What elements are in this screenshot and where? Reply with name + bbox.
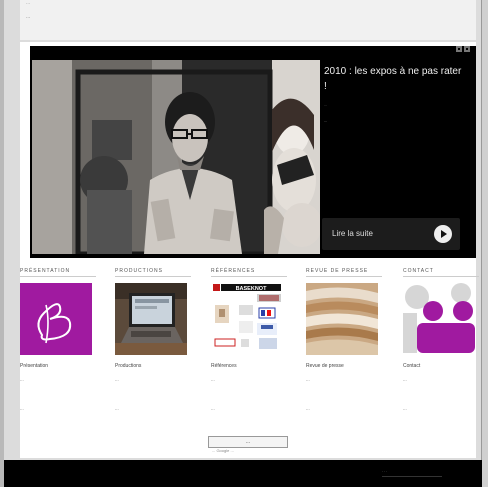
section-link[interactable]: ... [211, 406, 215, 411]
section-presentation: PRÉSENTATION Présentation ... ... [20, 268, 96, 418]
contact-people-icon[interactable] [403, 283, 475, 355]
section-press: REVUE DE PRESSE Revue de presse ... ... [306, 268, 382, 418]
hero-photo[interactable] [32, 60, 320, 254]
section-heading: CONTACT [403, 268, 434, 274]
section-contact: CONTACT Contact ... ... [403, 268, 479, 418]
hero-slider-controls [456, 46, 470, 52]
presentation-logo-image[interactable] [20, 283, 92, 355]
top-notice-bar: ... ... [20, 0, 476, 40]
hero-meta: ... [324, 102, 328, 107]
hero-next-button[interactable] [464, 46, 470, 52]
section-heading: RÉFÉRENCES [211, 268, 256, 274]
section-link[interactable]: ... [115, 406, 119, 411]
hero-slider: 2010 : les expos à ne pas rater ! ... ..… [30, 46, 476, 258]
section-caption[interactable]: Productions [115, 363, 141, 369]
productions-laptop-image[interactable] [115, 283, 187, 355]
divider [403, 276, 479, 277]
section-references: RÉFÉRENCES BASEKNOT Références ... ... [211, 268, 287, 418]
section-description: ... [20, 377, 24, 382]
section-description: ... [306, 377, 310, 382]
bottom-note: ... Google ... [212, 448, 234, 453]
top-notice-line-2: ... [26, 14, 31, 20]
section-heading: PRÉSENTATION [20, 268, 71, 274]
references-logos-image[interactable]: BASEKNOT [211, 283, 283, 355]
hero-prev-button[interactable] [456, 46, 462, 52]
divider [115, 276, 191, 277]
page-content: 2010 : les expos à ne pas rater ! ... ..… [20, 42, 479, 458]
baseknot-logo-text: BASEKNOT [236, 286, 268, 292]
section-description: ... [211, 377, 215, 382]
read-more-label: Lire la suite [332, 229, 373, 238]
bottom-button[interactable]: ... [208, 436, 288, 448]
divider [211, 276, 287, 277]
section-caption[interactable]: Contact [403, 363, 420, 369]
footer-label: ... [382, 468, 389, 473]
section-link[interactable]: ... [403, 406, 407, 411]
section-caption[interactable]: Références [211, 363, 237, 369]
divider [20, 276, 96, 277]
section-heading: REVUE DE PRESSE [306, 268, 369, 274]
divider [382, 476, 442, 477]
footer: ... [4, 460, 482, 487]
section-link[interactable]: ... [20, 406, 24, 411]
hero-title[interactable]: 2010 : les expos à ne pas rater ! [324, 64, 466, 94]
top-notice-line-1: ... [26, 0, 31, 6]
section-caption[interactable]: Présentation [20, 363, 48, 369]
section-caption[interactable]: Revue de presse [306, 363, 344, 369]
window-scrollbar[interactable] [481, 0, 488, 487]
section-productions: PRODUCTIONS Productions ... ... [115, 268, 191, 418]
divider [306, 276, 382, 277]
section-description: ... [403, 377, 407, 382]
arrow-right-icon [434, 225, 452, 243]
window-frame-left [0, 0, 4, 487]
press-papers-image[interactable] [306, 283, 378, 355]
read-more-button[interactable]: Lire la suite [322, 218, 460, 250]
section-heading: PRODUCTIONS [115, 268, 163, 274]
hero-paragraph: ... [324, 118, 328, 123]
section-link[interactable]: ... [306, 406, 310, 411]
section-description: ... [115, 377, 119, 382]
